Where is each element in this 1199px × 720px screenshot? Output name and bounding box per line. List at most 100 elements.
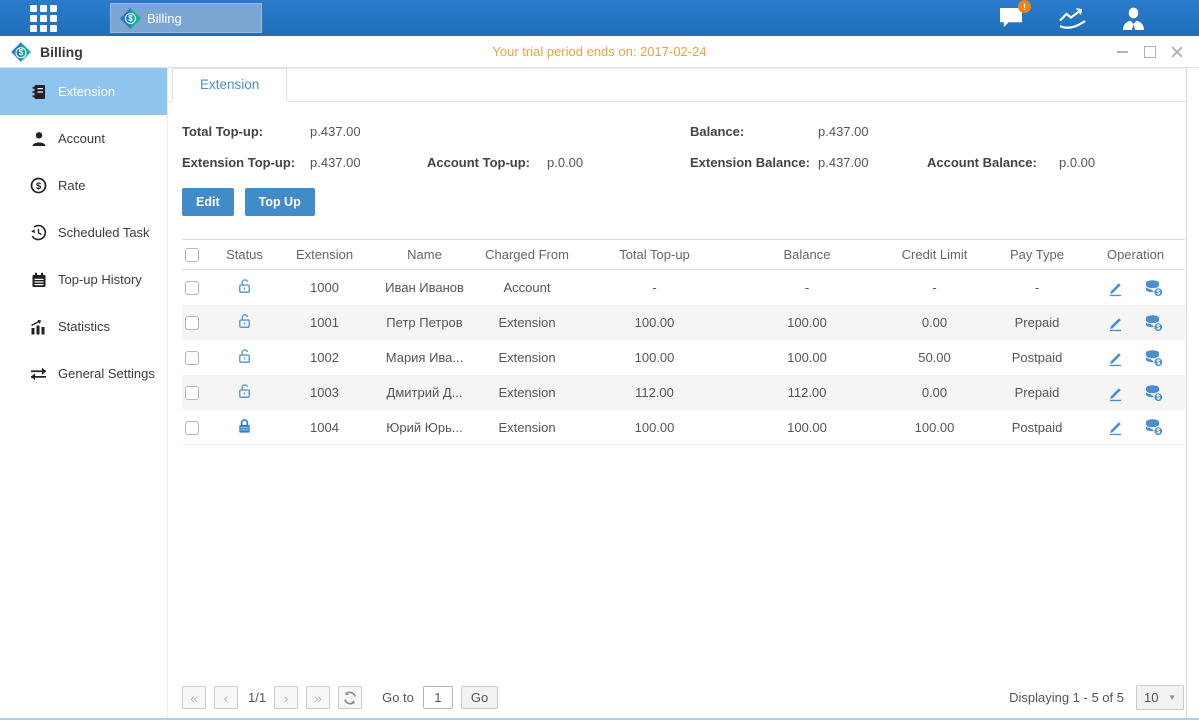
sidebar-item-label: Statistics [58,319,110,334]
window-title: Billing [40,44,83,60]
svg-text:$: $ [36,181,42,192]
row-checkbox[interactable] [185,351,199,365]
notifications-chat-icon[interactable]: ! [997,6,1025,30]
name-cell: Дмитрий Д... [372,385,477,400]
lock-open-icon [236,382,253,400]
sidebar-item-label: Extension [58,84,115,99]
minimize-icon[interactable] [1116,45,1129,58]
lock-open-icon [236,347,253,365]
credit-limit-cell: 0.00 [882,315,987,330]
extension-cell: 1002 [277,350,372,365]
top-up-coins-icon[interactable]: $ [1144,279,1164,297]
select-all-checkbox[interactable] [185,248,199,262]
svg-text:$: $ [1156,289,1160,296]
table-row: 1002 Мария Ива... Extension 100.00 100.0… [182,340,1185,375]
refresh-button[interactable] [338,686,362,709]
first-page-button[interactable]: « [182,686,206,709]
table-body: 1000 Иван Иванов Account - - - - $ [182,270,1185,445]
goto-page-input[interactable] [423,686,453,709]
top-up-coins-icon[interactable]: $ [1144,384,1164,402]
sidebar-item-statistics[interactable]: Statistics [0,303,167,350]
edit-pencil-icon[interactable] [1107,349,1124,367]
scheduled-task-clock-icon [30,224,47,241]
operation-cell: $ [1087,314,1184,332]
user-account-icon[interactable] [1119,6,1147,30]
extension-cell: 1001 [277,315,372,330]
app-tab-billing[interactable]: $ Billing [110,3,262,33]
pay-type-cell: Prepaid [987,385,1087,400]
row-checkbox[interactable] [185,316,199,330]
balance-label: Balance: [690,124,818,139]
next-page-button[interactable]: › [274,686,298,709]
maximize-icon[interactable] [1143,45,1156,58]
column-header-pay-type: Pay Type [987,247,1087,262]
table-header-row: Status Extension Name Charged From Total… [182,239,1185,270]
table-row: 1003 Дмитрий Д... Extension 112.00 112.0… [182,375,1185,410]
sidebar-item-scheduled-task[interactable]: Scheduled Task [0,209,167,256]
operation-cell: $ [1087,384,1184,402]
statistics-chart-icon [30,318,47,335]
column-header-charged-from: Charged From [477,247,577,262]
edit-pencil-icon[interactable] [1107,384,1124,402]
charged-from-cell: Extension [477,420,577,435]
edit-pencil-icon[interactable] [1107,418,1124,436]
last-page-button[interactable]: » [306,686,330,709]
account-balance-label: Account Balance: [927,155,1059,170]
svg-text:$: $ [1156,429,1160,436]
top-up-button[interactable]: Top Up [245,188,315,216]
status-cell [212,312,277,333]
page-size-value: 10 [1144,690,1158,705]
app-grid-icon[interactable] [30,5,78,32]
credit-limit-cell: 0.00 [882,385,987,400]
sidebar-item-account[interactable]: Account [0,115,167,162]
account-topup-value: p.0.00 [547,155,690,170]
balance-cell: 100.00 [732,420,882,435]
svg-text:$: $ [1156,359,1160,366]
column-header-operation: Operation [1087,247,1184,262]
displaying-range-text: Displaying 1 - 5 of 5 [1009,690,1124,705]
page-size-select[interactable]: 10 ▼ [1136,685,1184,710]
tab-strip: Extension [168,68,1186,102]
column-header-status: Status [212,247,277,262]
reports-chart-icon[interactable] [1058,6,1086,30]
row-checkbox[interactable] [185,281,199,295]
edit-pencil-icon[interactable] [1107,279,1124,297]
window-billing-icon: $ [11,42,31,62]
total-topup-cell: 100.00 [577,315,732,330]
tab-extension[interactable]: Extension [172,68,287,102]
sidebar-item-extension[interactable]: Extension [0,68,167,115]
sidebar-item-rate[interactable]: $ Rate [0,162,167,209]
extension-book-icon [30,83,47,100]
top-up-coins-icon[interactable]: $ [1144,418,1164,436]
name-cell: Иван Иванов [372,280,477,295]
sidebar-item-topup-history[interactable]: Top-up History [0,256,167,303]
balance-summary: Total Top-up: p.437.00 Balance: p.437.00… [182,116,1186,178]
sidebar-item-general-settings[interactable]: General Settings [0,350,167,397]
status-cell [212,382,277,403]
row-checkbox[interactable] [185,421,199,435]
prev-page-button[interactable]: ‹ [214,686,238,709]
total-topup-label: Total Top-up: [182,124,310,139]
operation-cell: $ [1087,349,1184,367]
name-cell: Юрий Юрь... [372,420,477,435]
top-up-coins-icon[interactable]: $ [1144,314,1164,332]
balance-cell: 100.00 [732,315,882,330]
close-icon[interactable] [1170,45,1183,58]
total-topup-cell: 100.00 [577,350,732,365]
edit-button[interactable]: Edit [182,188,234,216]
general-settings-sliders-icon [30,365,47,382]
credit-limit-cell: 50.00 [882,350,987,365]
go-button[interactable]: Go [461,686,498,709]
name-cell: Петр Петров [372,315,477,330]
balance-cell: 112.00 [732,385,882,400]
chevron-down-icon: ▼ [1168,693,1176,702]
credit-limit-cell: - [882,280,987,295]
edit-pencil-icon[interactable] [1107,314,1124,332]
pay-type-cell: Prepaid [987,315,1087,330]
row-checkbox[interactable] [185,386,199,400]
extension-balance-value: p.437.00 [818,155,927,170]
billing-diamond-icon: $ [120,7,141,28]
rate-dollar-icon: $ [30,177,47,194]
topup-history-icon [30,271,47,288]
top-up-coins-icon[interactable]: $ [1144,349,1164,367]
